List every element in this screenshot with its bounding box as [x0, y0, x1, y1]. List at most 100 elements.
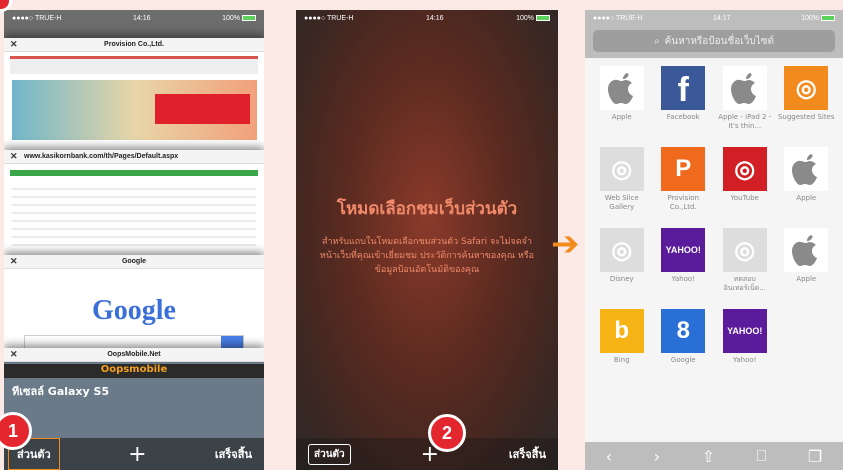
private-mode-screen: ●●●●○ TRUE-H 14:16 100% โหมดเลือกชมเว็บส… [296, 10, 558, 470]
search-input[interactable]: ⌕ ค้นหาหรือป้อนชื่อเว็บไซต์ [593, 30, 835, 52]
favorite-label: Apple [611, 113, 632, 121]
share-icon[interactable]: ⇧ [702, 447, 715, 466]
favorite-label: Yahoo! [671, 275, 695, 283]
yahoo-icon: YAHOO! [722, 309, 767, 353]
favorite-label: Suggested Sites [777, 113, 835, 121]
compass-icon: ◎ [722, 228, 767, 272]
private-button[interactable]: ส่วนตัว [308, 443, 351, 465]
tab-switcher-screen: ●●●●○ TRUE-H 14:16 100% ✕ Provision Co.,L… [4, 10, 264, 470]
apple-icon [784, 147, 829, 191]
search-placeholder: ค้นหาหรือป้อนชื่อเว็บไซต์ [664, 35, 774, 47]
favorite-label: Provision Co.,Ltd. [667, 194, 699, 211]
favorite-item[interactable]: ◎ Web Slice Gallery [591, 147, 653, 222]
favorite-item[interactable]: b Bing [591, 309, 653, 384]
done-button[interactable]: เสร็จสิ้น [509, 445, 546, 463]
forward-icon[interactable]: › [654, 447, 660, 466]
close-tab-icon[interactable]: ✕ [10, 256, 18, 267]
battery-indicator: 100% [222, 15, 256, 22]
favorite-item[interactable]: ◎ Disney [591, 228, 653, 303]
favorite-item[interactable]: f Facebook [653, 66, 715, 141]
google-icon: 8 [661, 309, 706, 353]
favorite-item[interactable]: YAHOO! Yahoo! [653, 228, 715, 303]
step-badge-2: 2 [428, 414, 466, 452]
favorite-label: Google [670, 356, 696, 364]
close-tab-icon[interactable]: ✕ [10, 39, 18, 50]
apple-icon [722, 66, 767, 110]
favorites-screen: ●●●●○ TRUE-H 14:17 100% ⌕ ค้นหาหรือป้อนช… [585, 10, 843, 470]
compass-icon: ◎ [599, 228, 644, 272]
favorite-label: Disney [609, 275, 634, 283]
clock: 14:17 [712, 14, 731, 22]
status-bar: ●●●●○ TRUE-H 14:16 100% [4, 10, 264, 26]
back-icon[interactable]: ‹ [606, 447, 612, 466]
favorite-label: ทดสอบอินเทอร์เน็ต... [723, 275, 766, 292]
promo-banner [155, 94, 250, 124]
favorite-label: Apple [796, 275, 817, 283]
page-content [12, 182, 256, 252]
status-bar: ●●●●○ TRUE-H 14:17 100% [585, 10, 843, 26]
tab-title: OopsMobile.Net [107, 351, 161, 358]
close-tab-icon[interactable]: ✕ [10, 151, 18, 162]
favorite-item[interactable]: P Provision Co.,Ltd. [653, 147, 715, 222]
favorite-label: Yahoo! [733, 356, 757, 364]
tab-title: www.kasikornbank.com/th/Pages/Default.as… [24, 153, 179, 160]
yahoo-icon: YAHOO! [661, 228, 706, 272]
bookmarks-icon[interactable]: ⎕ [757, 446, 767, 466]
tab-card-kasikornbank[interactable]: ✕ www.kasikornbank.com/th/Pages/Default.a… [4, 150, 264, 270]
compass-icon: ◎ [599, 147, 644, 191]
favorite-item[interactable]: Apple [776, 147, 838, 222]
arrow-right-icon: ➔ [551, 224, 580, 264]
safari-toolbar: ‹ › ⇧ ⎕ ❐ [585, 442, 843, 470]
carrier-label: ●●●●○ TRUE-H [304, 14, 354, 22]
tabs-icon[interactable]: ❐ [808, 447, 822, 466]
done-button[interactable]: เสร็จสิ้น [215, 445, 252, 463]
tab-card-provision[interactable]: ✕ Provision Co.,Ltd. [4, 38, 264, 168]
headline: ทีเซลล์ Galaxy S5 [12, 385, 110, 398]
facebook-icon: f [661, 66, 706, 110]
status-bar: ●●●●○ TRUE-H 14:16 100% [296, 10, 558, 26]
clock: 14:16 [132, 14, 151, 22]
address-bar: ⌕ ค้นหาหรือป้อนชื่อเว็บไซต์ [585, 26, 843, 58]
favorite-item[interactable]: ◎ ทดสอบอินเทอร์เน็ต... [714, 228, 776, 303]
site-logo: Oopsmobile [4, 364, 264, 378]
favorite-item[interactable]: ◎ Suggested Sites [776, 66, 838, 141]
favorite-item[interactable]: ◎ YouTube [714, 147, 776, 222]
bing-icon: b [599, 309, 644, 353]
close-tab-icon[interactable]: ✕ [10, 349, 18, 360]
favorite-label: Apple [796, 194, 817, 202]
tab-switcher-toolbar: ส่วนตัว + เสร็จสิ้น [4, 438, 264, 470]
page-header [10, 56, 258, 74]
favorite-label: Apple - iPad 2 - It's thin... [718, 113, 772, 130]
favorites-grid: Apple f Facebook Apple - iPad 2 - It's thin… [585, 58, 843, 384]
favorite-item[interactable]: YAHOO! Yahoo! [714, 309, 776, 384]
compass-icon: ◎ [722, 147, 767, 191]
favorite-label: Facebook [666, 113, 700, 121]
favorite-item[interactable]: Apple [776, 228, 838, 303]
new-tab-button[interactable]: + [128, 442, 146, 467]
private-mode-description: สำหรับแถบในโหมดเลือกชมส่วนตัว Safari จะไ… [319, 237, 535, 275]
tab-title: Provision Co.,Ltd. [104, 41, 164, 48]
clock: 14:16 [425, 14, 444, 22]
battery-icon [242, 14, 256, 21]
battery-indicator: 100% [801, 15, 835, 22]
favorite-item[interactable]: 8 Google [653, 309, 715, 384]
favorite-label: Web Slice Gallery [604, 194, 639, 211]
favorite-item[interactable]: Apple - iPad 2 - It's thin... [714, 66, 776, 141]
tab-title: Google [121, 258, 147, 265]
battery-indicator: 100% [516, 15, 550, 22]
favorite-label: Bing [613, 356, 630, 364]
provision-icon: P [661, 147, 706, 191]
carrier-label: ●●●●○ TRUE-H [593, 14, 643, 22]
favorite-label: YouTube [730, 194, 759, 202]
battery-icon [536, 14, 550, 21]
google-logo: Google [92, 295, 176, 326]
battery-icon [821, 14, 835, 21]
private-mode-title: โหมดเลือกชมเว็บส่วนตัว [336, 199, 518, 219]
search-icon: ⌕ [654, 35, 660, 47]
tab-switcher-toolbar: ส่วนตัว + เสร็จสิ้น [296, 438, 558, 470]
page-header [10, 170, 258, 176]
apple-icon [784, 228, 829, 272]
carrier-label: ●●●●○ TRUE-H [12, 14, 62, 22]
apple-icon [599, 66, 644, 110]
favorite-item[interactable]: Apple [591, 66, 653, 141]
